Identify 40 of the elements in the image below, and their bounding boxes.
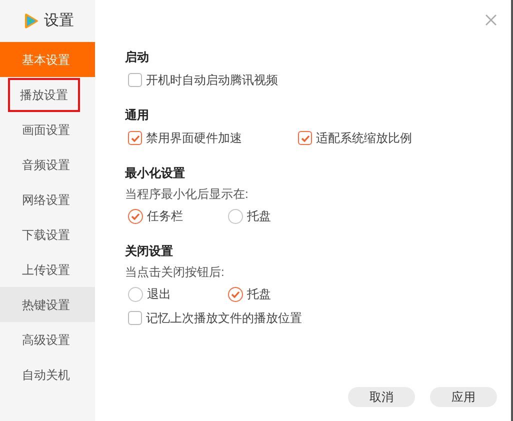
section-heading: 通用 [125, 107, 150, 124]
radio-button[interactable] [128, 286, 143, 302]
radio-button[interactable] [228, 286, 243, 302]
check-icon [300, 134, 310, 142]
checkbox-label: 记忆上次播放文件的播放位置 [146, 310, 302, 327]
radio-label: 退出 [147, 286, 171, 303]
checkbox[interactable] [128, 311, 142, 325]
section-heading: 启动 [125, 49, 150, 66]
checkbox[interactable] [128, 73, 142, 87]
description-text: 当点击关闭按钮后: [125, 264, 226, 280]
sidebar-item[interactable]: 高级设置 [0, 322, 95, 357]
radio-button[interactable] [128, 208, 143, 224]
sidebar-item[interactable]: 自动关机 [0, 357, 95, 392]
close-icon[interactable] [485, 14, 497, 26]
checkbox-label: 适配系统缩放比例 [316, 130, 412, 147]
check-icon [131, 212, 140, 220]
checkbox-label: 禁用界面硬件加速 [146, 130, 242, 147]
checked-checkbox[interactable] [128, 131, 142, 145]
window-title: 设置 [44, 10, 74, 31]
description-text: 当程序最小化后显示在: [125, 186, 250, 202]
play-logo-icon [23, 13, 39, 29]
checked-checkbox[interactable] [298, 131, 312, 145]
sidebar-item[interactable]: 播放设置 [0, 77, 95, 112]
sidebar-item[interactable]: 画面设置 [0, 112, 95, 147]
radio-label: 任务栏 [147, 208, 183, 225]
checkbox-label: 开机时自动启动腾讯视频 [146, 72, 278, 89]
dialog-button[interactable]: 取消 [348, 387, 415, 407]
radio-label: 托盘 [247, 208, 271, 225]
sidebar-item[interactable]: 热键设置 [0, 287, 95, 322]
section-heading: 关闭设置 [125, 243, 174, 260]
sidebar-item[interactable]: 音频设置 [0, 147, 95, 182]
sidebar-item[interactable]: 下载设置 [0, 217, 95, 252]
radio-button[interactable] [228, 208, 243, 224]
section-heading: 最小化设置 [125, 165, 186, 182]
check-icon [130, 134, 140, 142]
check-icon [231, 290, 240, 298]
radio-label: 托盘 [247, 286, 271, 303]
dialog-button[interactable]: 应用 [430, 387, 497, 407]
sidebar-item[interactable]: 网络设置 [0, 182, 95, 217]
sidebar-item[interactable]: 上传设置 [0, 252, 95, 287]
